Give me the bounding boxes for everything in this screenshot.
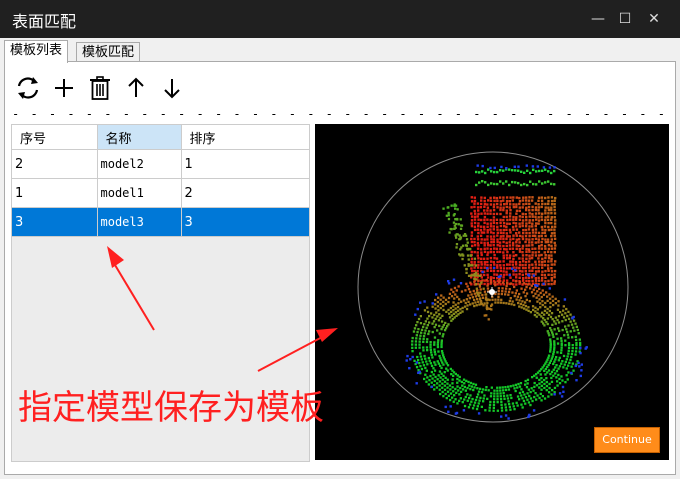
cell-name[interactable]: model2 (97, 149, 182, 179)
table-row[interactable]: 1 model1 2 (12, 178, 310, 208)
column-header-name[interactable]: 名称 (97, 125, 182, 150)
tab-template-match[interactable]: 模板匹配 (76, 42, 141, 63)
toolbar-separator: - - - - - - - - - - - - - - - - - - - - … (12, 107, 668, 121)
table-row-selected[interactable]: 3 model3 3 (12, 207, 310, 237)
annotation-text: 指定模型保存为模板 (18, 388, 324, 428)
cell-name[interactable]: model3 (97, 207, 182, 237)
close-button[interactable]: ✕ (641, 6, 667, 32)
tab-template-list[interactable]: 模板列表 (4, 40, 69, 63)
add-icon[interactable] (50, 74, 78, 102)
column-header-order[interactable]: 排序 (181, 125, 310, 150)
cell-order[interactable]: 1 (181, 149, 310, 179)
continue-button[interactable]: Continue (594, 427, 660, 453)
table-row[interactable]: 2 model2 1 (12, 149, 310, 179)
cell-name[interactable]: model1 (97, 178, 182, 208)
cell-index[interactable]: 2 (12, 149, 98, 179)
table-header-row: 序号 名称 排序 (12, 125, 310, 150)
refresh-icon[interactable] (14, 74, 42, 102)
cell-order[interactable]: 2 (181, 178, 310, 208)
column-header-index[interactable]: 序号 (12, 125, 98, 150)
cell-order[interactable]: 3 (181, 207, 310, 237)
delete-icon[interactable] (86, 74, 114, 102)
arrow-down-icon[interactable] (158, 74, 186, 102)
cell-index[interactable]: 3 (12, 207, 98, 237)
window-title: 表面匹配 (12, 12, 77, 31)
point-cloud-viewer[interactable] (315, 124, 669, 460)
point-cloud-canvas[interactable] (315, 124, 669, 460)
cell-index[interactable]: 1 (12, 178, 98, 208)
maximize-button[interactable]: ☐ (612, 6, 638, 32)
arrow-up-icon[interactable] (122, 74, 150, 102)
minimize-button[interactable]: — (585, 6, 611, 32)
title-bar: 表面匹配 — ☐ ✕ (0, 0, 680, 38)
